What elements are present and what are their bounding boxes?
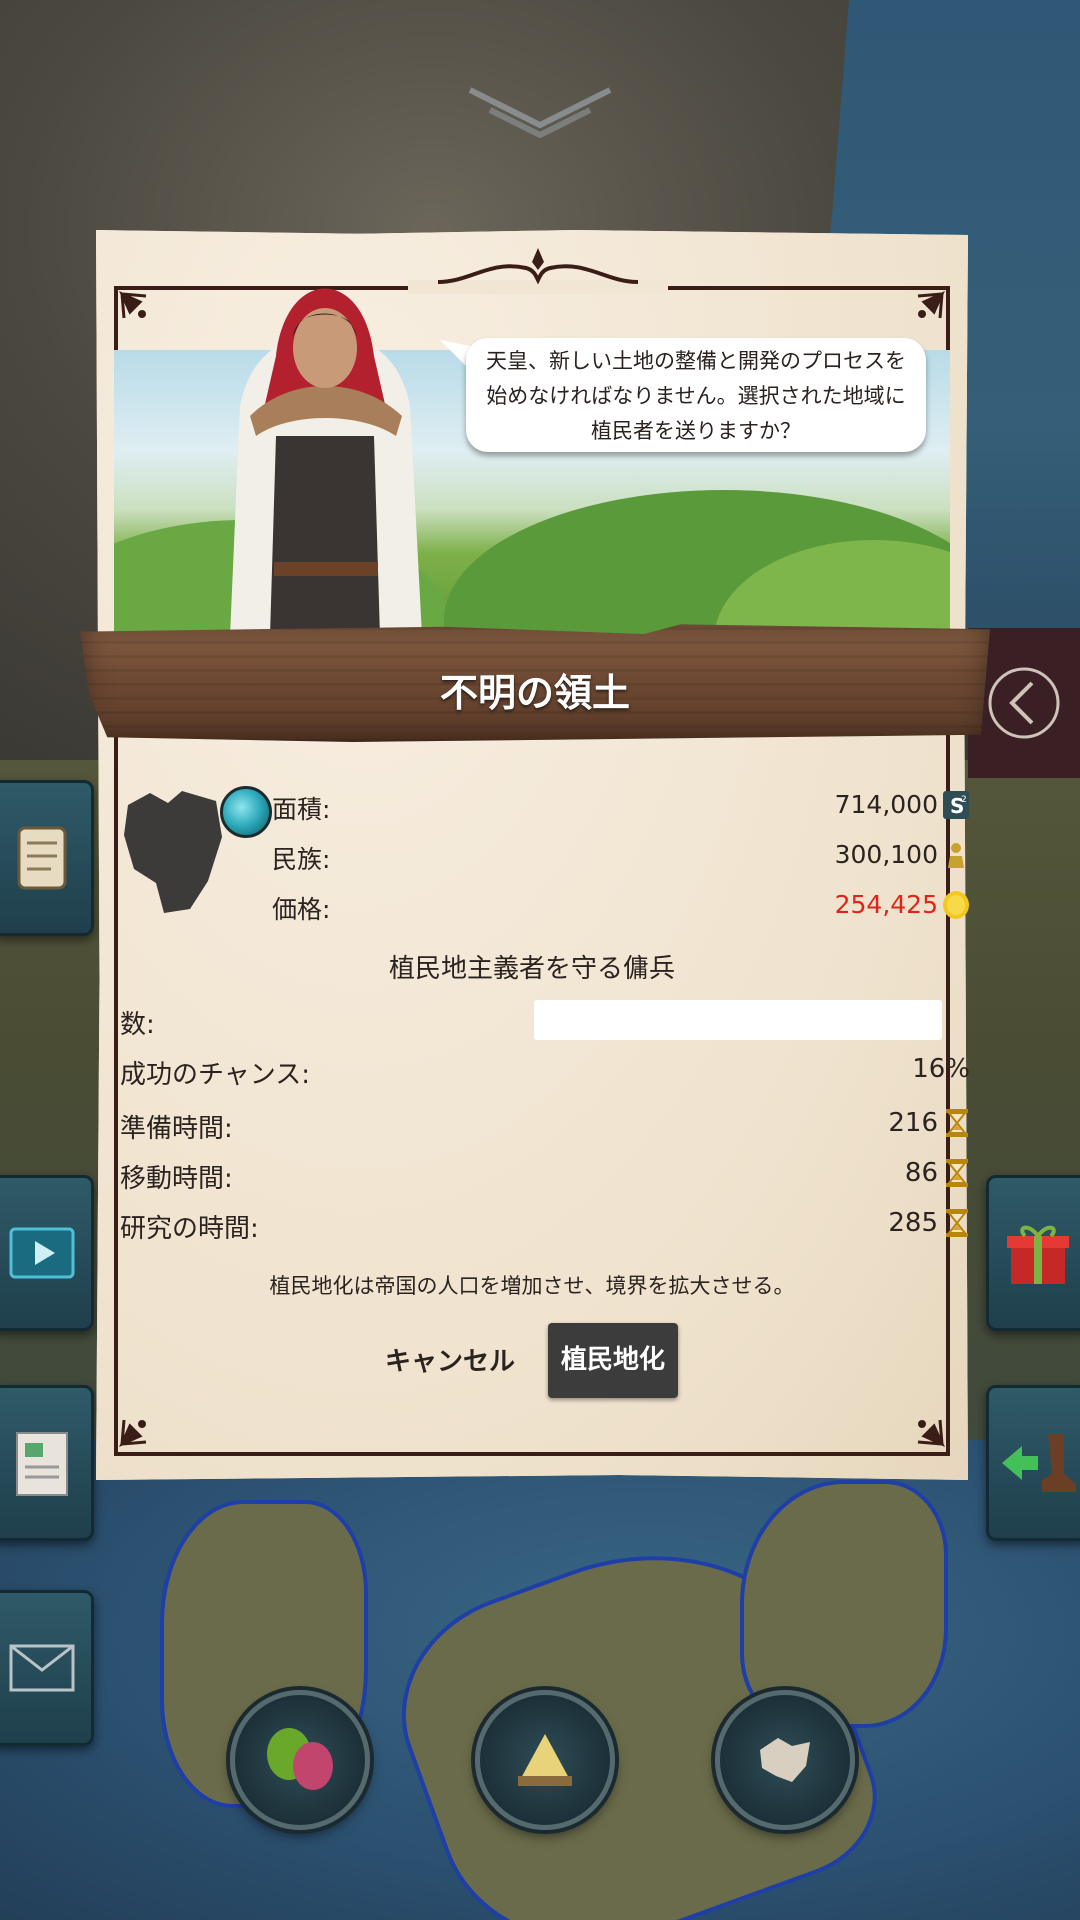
colonization-note: 植民地化は帝国の人口を増加させ、境界を拡大させる。 <box>269 1274 795 1298</box>
news-button[interactable] <box>0 1385 94 1541</box>
corner-ornament-icon <box>917 1419 945 1447</box>
travel-time-value: 86 <box>904 1158 938 1188</box>
population-value: 300,100 <box>834 840 938 869</box>
hourglass-icon <box>946 1209 968 1237</box>
svg-text:2: 2 <box>961 795 967 805</box>
population-icon <box>948 843 964 868</box>
theater-masks-icon <box>267 1728 333 1790</box>
corner-ornament-icon <box>119 1419 147 1447</box>
scroll-quests-button[interactable] <box>0 780 94 936</box>
scroll-icon <box>17 826 67 890</box>
video-reward-button[interactable] <box>0 1175 94 1331</box>
gift-icon <box>1007 1225 1069 1284</box>
area-label: 面積: <box>272 795 331 824</box>
territory-shape-icon <box>124 791 222 913</box>
success-chance-label: 成功のチャンス: <box>120 1060 310 1090</box>
ornament-top-icon <box>437 248 639 285</box>
newspaper-icon <box>16 1432 68 1496</box>
culture-button[interactable] <box>230 1690 370 1830</box>
area-value: 714,000 <box>834 790 938 819</box>
hourglass-icon <box>946 1159 968 1187</box>
population-label: 民族: <box>272 845 331 874</box>
territory-button[interactable] <box>715 1690 855 1830</box>
advisor-portrait <box>230 288 422 636</box>
gold-coin-icon <box>943 891 969 919</box>
collapse-chevron-icon[interactable] <box>460 80 620 150</box>
colonize-button[interactable]: 植民地化 <box>548 1323 678 1398</box>
price-label: 価格: <box>272 895 331 924</box>
area-s2-icon: S 2 <box>943 791 969 819</box>
envelope-icon <box>9 1644 75 1692</box>
hourglass-icon <box>946 1109 968 1137</box>
chevron-left-icon <box>988 667 1060 739</box>
prep-time-value: 216 <box>888 1108 938 1138</box>
globe-icon <box>220 786 272 838</box>
march-button[interactable] <box>986 1385 1080 1541</box>
travel-time-label: 移動時間: <box>120 1164 233 1194</box>
count-label: 数: <box>120 1010 155 1040</box>
price-value: 254,425 <box>834 890 938 919</box>
boot-arrow-icon <box>1002 1434 1076 1492</box>
territory-title: 不明の領土 <box>439 671 630 715</box>
build-button[interactable] <box>475 1690 615 1830</box>
corner-ornament-icon <box>119 291 147 319</box>
construction-icon <box>518 1734 572 1786</box>
mercenary-count-input[interactable] <box>534 1000 942 1040</box>
prep-time-label: 準備時間: <box>120 1114 233 1144</box>
success-chance-value: 16% <box>912 1054 970 1084</box>
advisor-message: 天皇、新しい土地の整備と開発のプロセスを始めなければなりません。選択された地域に… <box>486 349 906 443</box>
gift-button[interactable] <box>986 1175 1080 1331</box>
corner-ornament-icon <box>917 291 945 319</box>
research-time-value: 285 <box>888 1208 938 1238</box>
research-time-label: 研究の時間: <box>120 1214 259 1244</box>
cancel-button[interactable]: キャンセル <box>370 1340 530 1384</box>
territory-map-icon <box>760 1738 810 1782</box>
advisor-speech-bubble: 天皇、新しい土地の整備と開発のプロセスを始めなければなりません。選択された地域に… <box>466 338 926 452</box>
mercenary-section-title: 植民地主義者を守る傭兵 <box>388 954 675 984</box>
mail-button[interactable] <box>0 1590 94 1746</box>
film-play-icon <box>9 1227 75 1279</box>
